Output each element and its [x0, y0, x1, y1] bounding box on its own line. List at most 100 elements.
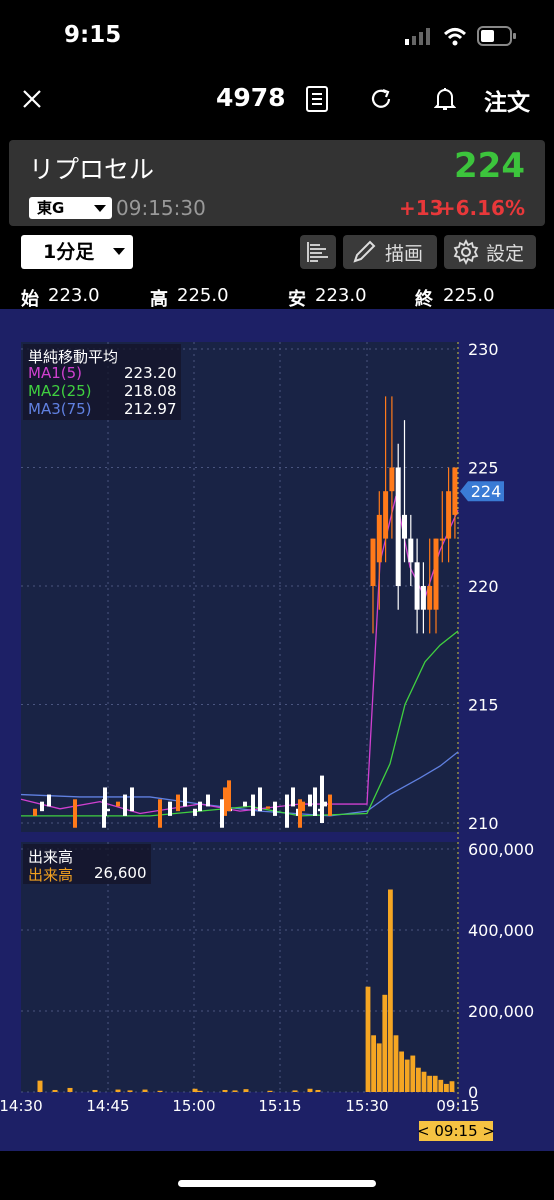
volume-axis-label: 600,000: [468, 840, 534, 859]
candle: [193, 808, 197, 816]
volume-bar: [416, 1067, 421, 1092]
volume-value: 26,600: [94, 864, 147, 882]
cursor-time-label: < 09:15 >: [417, 1122, 495, 1140]
ma1-label: MA1(5): [28, 364, 82, 382]
candle: [285, 799, 289, 828]
bell-icon[interactable]: [428, 82, 462, 116]
chevron-down-icon: [113, 248, 125, 255]
stock-header: リプロセル 224 東G 09:15:30 +13 +6.16%: [9, 140, 545, 226]
ma3-value: 212.97: [124, 400, 177, 418]
volume-bar: [52, 1089, 58, 1092]
high-value: 225.0: [177, 285, 229, 306]
home-indicator[interactable]: [178, 1180, 376, 1187]
candle: [383, 491, 389, 539]
ma1-value: 223.20: [124, 364, 177, 382]
market-select[interactable]: 東G: [29, 197, 112, 219]
candle: [206, 794, 210, 807]
chart-svg[interactable]: 230225220215210600,000400,000200,000014:…: [0, 309, 554, 1151]
candle: [251, 794, 255, 816]
volume-bar: [267, 1090, 273, 1092]
volume-bar: [444, 1083, 449, 1092]
volume-bar: [192, 1088, 198, 1092]
stock-name: リプロセル: [29, 155, 155, 184]
price-axis-label: 210: [468, 814, 499, 833]
candle: [106, 808, 110, 812]
price-axis-label: 215: [468, 696, 499, 715]
volume-legend: 出来高 出来高 26,600: [23, 844, 151, 884]
price-change: +13: [399, 196, 444, 220]
candle: [389, 467, 395, 492]
chart-area[interactable]: 230 225 220 215 210 600,000 400,000 200,000 0 14:…: [0, 309, 554, 1151]
time-axis-label: 14:30: [0, 1097, 43, 1115]
candle: [168, 801, 172, 816]
price-axis-label: 225: [468, 459, 499, 478]
ma-legend: 単純移動平均 MA1(5) 223.20 MA2(25) 218.08 MA3(75…: [23, 344, 181, 420]
order-book-icon: [307, 242, 328, 262]
time-axis-label: 15:15: [258, 1097, 301, 1115]
candle: [73, 799, 77, 828]
refresh-icon[interactable]: [364, 82, 398, 116]
volume-bar: [222, 1089, 228, 1092]
candle: [176, 794, 180, 812]
volume-bar: [232, 1090, 238, 1092]
interval-select[interactable]: 1分足: [21, 235, 133, 269]
volume-bar: [292, 1090, 298, 1092]
candle: [243, 801, 247, 807]
ma2-value: 218.08: [124, 382, 177, 400]
pencil-icon: [353, 240, 376, 263]
candle: [158, 799, 162, 828]
order-button[interactable]: 注文: [484, 83, 530, 117]
volume-bar: [427, 1075, 432, 1092]
wifi-icon: [443, 28, 467, 46]
volume-bar: [393, 1035, 399, 1092]
candle: [123, 794, 127, 816]
volume-bar: [37, 1080, 43, 1092]
volume-bar: [365, 986, 371, 1092]
market-select-value: 東G: [37, 199, 65, 217]
candle: [298, 799, 302, 828]
candle: [446, 491, 452, 539]
volume-row: 出来高 26,600: [28, 864, 147, 884]
cellular-signal-icon: [405, 28, 430, 45]
volume-bar: [307, 1088, 313, 1092]
volume-label: 出来高: [28, 866, 74, 884]
candle: [395, 467, 401, 586]
candle: [427, 586, 433, 610]
battery-icon: [477, 26, 516, 46]
settings-button[interactable]: 設定: [444, 235, 536, 269]
settings-label: 設定: [486, 242, 525, 265]
volume-bar: [197, 1090, 203, 1092]
candle: [183, 787, 187, 807]
ma2-label: MA2(25): [28, 382, 92, 400]
board-toggle-button[interactable]: [300, 235, 336, 269]
ma3-label: MA3(75): [28, 400, 92, 418]
price-axis-label: 220: [468, 577, 499, 596]
bottom-bar: [0, 1151, 554, 1200]
volume-bar: [382, 994, 388, 1092]
volume-bar: [404, 1059, 410, 1092]
candle: [320, 775, 324, 823]
ma1-row: MA1(5) 223.20: [28, 364, 177, 382]
candle: [33, 808, 37, 816]
draw-label: 描画: [385, 242, 424, 265]
open-label: 始: [21, 289, 39, 310]
volume-bar: [157, 1090, 163, 1092]
time-axis-label: 15:00: [172, 1097, 215, 1115]
document-icon[interactable]: [300, 82, 334, 116]
candle: [273, 801, 277, 816]
volume-bar: [371, 1035, 376, 1092]
candle: [439, 538, 445, 541]
candle: [266, 806, 270, 809]
candle: [420, 586, 426, 610]
candle: [130, 787, 134, 812]
price-axis-label: 230: [468, 340, 499, 359]
volume-bar: [410, 1055, 416, 1092]
status-bar: 9:15: [0, 0, 554, 70]
close-icon[interactable]: [15, 82, 49, 116]
draw-button[interactable]: 描画: [343, 235, 437, 269]
time-axis-label: 15:30: [345, 1097, 388, 1115]
volume-bar: [142, 1089, 148, 1092]
volume-bar: [432, 1075, 438, 1092]
time-axis-label: 14:45: [86, 1097, 129, 1115]
volume-bar: [438, 1079, 444, 1092]
